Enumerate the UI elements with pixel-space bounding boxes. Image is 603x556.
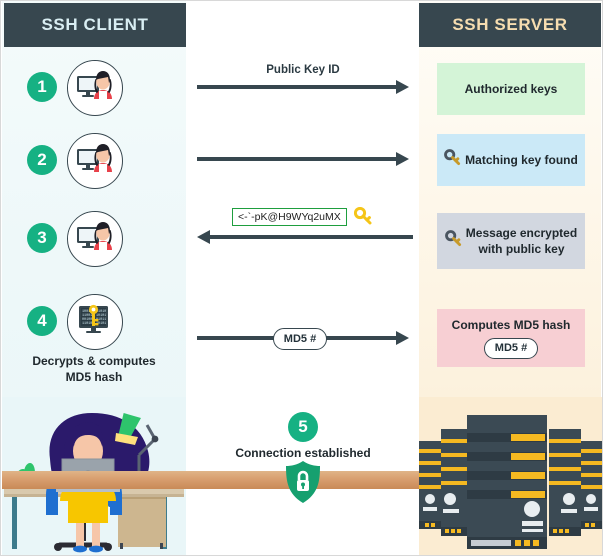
server-box-authorized-keys: Authorized keys (437, 63, 585, 115)
md5-pill-server: MD5 # (484, 338, 538, 360)
step-badge-1: 1 (27, 72, 57, 102)
encrypted-message-chip: <-`-pK@H9WYq2uMX (232, 208, 347, 226)
step-badge-3: 3 (27, 223, 57, 253)
user-monitor-icon-1 (67, 60, 123, 116)
client-header: SSH CLIENT (4, 3, 186, 47)
step-5-caption: Connection established (235, 446, 371, 460)
shield-lock-icon (284, 460, 322, 509)
server-box-label-2: Matching key found (465, 152, 578, 167)
server-header-label: SSH SERVER (452, 15, 568, 34)
arrow-right-icon-1 (197, 80, 409, 94)
arrow-left-icon-3 (197, 230, 413, 244)
md5-pill-transport: MD5 # (273, 328, 327, 350)
server-box-matching-key: Matching key found (437, 134, 585, 186)
step-badge-5: 5 (288, 412, 318, 442)
server-box-computes-md5: Computes MD5 hash MD5 # (437, 309, 585, 367)
arrow-right-icon-2 (197, 152, 409, 166)
key-icon-matching (444, 149, 461, 170)
server-box-label-1: Authorized keys (464, 81, 558, 96)
server-header: SSH SERVER (419, 3, 601, 47)
key-icon-encrypted (444, 230, 462, 251)
ssh-handshake-diagram: SSH CLIENT SSH SERVER 1 2 3 4 10010 0101… (0, 0, 603, 556)
user-monitor-icon-2 (67, 133, 123, 189)
message-label-1: Public Key ID (266, 64, 340, 76)
user-monitor-icon-3 (67, 211, 123, 267)
server-box-label-4: Computes MD5 hash (451, 317, 571, 332)
server-box-label-3: Message encrypted with public key (465, 225, 578, 256)
key-icon-cipher (353, 206, 372, 230)
client-header-label: SSH CLIENT (41, 15, 149, 34)
step-badge-2: 2 (27, 145, 57, 175)
step-4-caption: Decrypts & computes MD5 hash (32, 354, 156, 385)
monitor-binary-key-icon: 10010 01010 11001 10101 00100 01011 11010 10… (67, 294, 123, 350)
server-box-message-encrypted: Message encrypted with public key (437, 213, 585, 269)
svg-text:11010: 11010 (82, 322, 92, 326)
server-racks-illustration (419, 397, 602, 555)
step-badge-4: 4 (27, 306, 57, 336)
